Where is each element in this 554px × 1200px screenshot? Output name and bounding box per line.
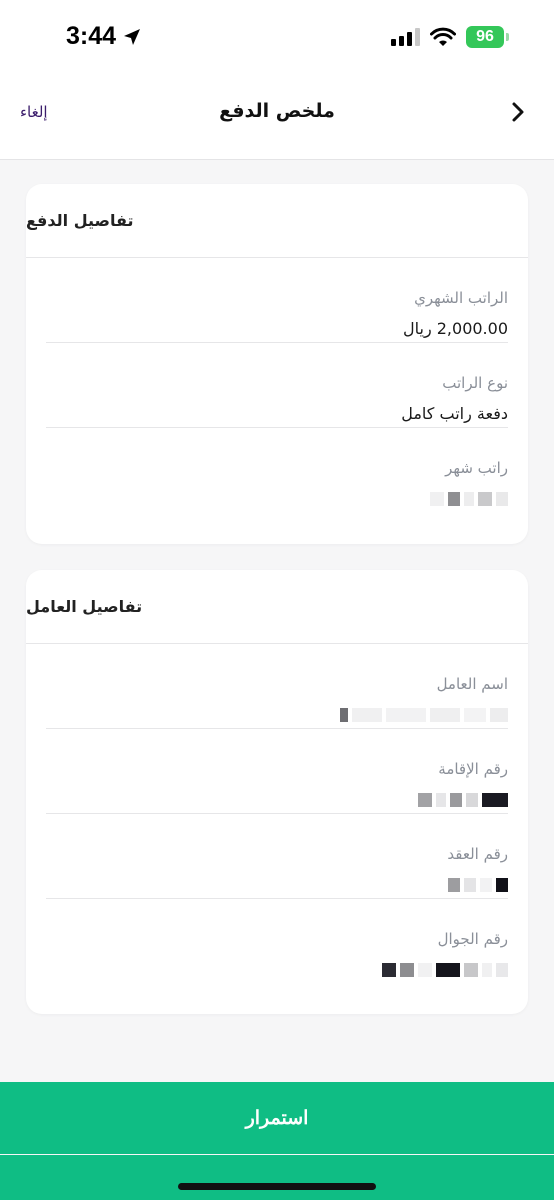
continue-button[interactable]: استمرار [0, 1082, 554, 1154]
salary-type-row: نوع الراتب دفعة راتب كامل [46, 343, 508, 428]
iqama-number-row: رقم الإقامة [46, 729, 508, 814]
payment-details-card: تفاصيل الدفع الراتب الشهري 2,000.00 ريال… [26, 184, 528, 544]
cellular-signal-icon [391, 28, 420, 46]
row-label: رقم الإقامة [438, 760, 508, 778]
wifi-icon [430, 27, 456, 46]
battery-level: 96 [476, 28, 494, 45]
row-label: راتب شهر [445, 459, 508, 477]
redacted-value [46, 708, 508, 722]
row-label: رقم العقد [447, 845, 508, 863]
worker-name-row: اسم العامل [46, 644, 508, 729]
row-value: 2,000.00 ريال [402, 319, 508, 338]
row-value: دفعة راتب كامل [401, 404, 508, 423]
battery-icon: 96 [466, 26, 509, 48]
status-time: 3:44 [66, 22, 142, 51]
row-label: نوع الراتب [442, 374, 508, 392]
contract-number-row: رقم العقد [46, 814, 508, 899]
row-label: اسم العامل [436, 675, 508, 693]
redacted-value [46, 793, 508, 807]
clock-text: 3:44 [66, 22, 117, 50]
worker-details-card: تفاصيل العامل اسم العامل رقم الإقامة رقم… [26, 570, 528, 1014]
payment-details-title: تفاصيل الدفع [26, 184, 528, 258]
worker-details-title: تفاصيل العامل [26, 570, 528, 644]
status-bar: 3:44 96 [0, 0, 554, 76]
location-arrow-icon [124, 28, 141, 45]
mobile-number-row: رقم الجوال [46, 899, 508, 984]
redacted-value [46, 492, 508, 506]
navigation-bar: إلغاء ملخص الدفع [0, 76, 554, 160]
redacted-value [46, 878, 508, 892]
home-indicator[interactable] [178, 1183, 376, 1190]
status-icons: 96 [391, 26, 509, 48]
row-label: الراتب الشهري [414, 289, 508, 307]
salary-month-row: راتب شهر [46, 428, 508, 513]
monthly-salary-row: الراتب الشهري 2,000.00 ريال [46, 258, 508, 343]
row-label: رقم الجوال [437, 930, 508, 948]
bottom-safe-area [0, 1155, 554, 1200]
chevron-right-back-icon[interactable] [510, 100, 526, 124]
redacted-value [46, 963, 508, 977]
page-title: ملخص الدفع [219, 100, 335, 122]
